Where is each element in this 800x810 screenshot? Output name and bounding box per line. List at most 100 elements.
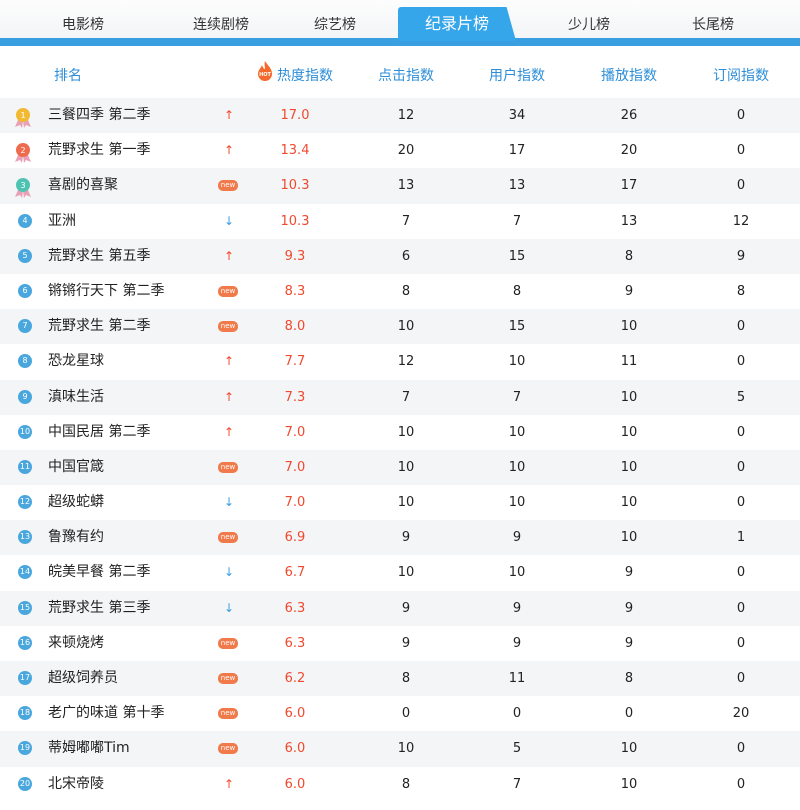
show-title-link[interactable]: 鲁豫有约 bbox=[48, 520, 104, 555]
show-title-link[interactable]: 老广的味道 第十季 bbox=[48, 696, 164, 731]
tab-kids[interactable]: 少儿榜 bbox=[518, 12, 660, 38]
show-title-link[interactable]: 亚洲 bbox=[48, 204, 76, 239]
click-index: 9 bbox=[401, 530, 411, 546]
rank-badge: 4 bbox=[18, 213, 32, 228]
subscribe-index: 0 bbox=[736, 635, 746, 651]
play-index: 26 bbox=[620, 108, 638, 123]
show-title-link[interactable]: 荒野求生 第二季 bbox=[48, 309, 150, 344]
user-index: 11 bbox=[508, 671, 526, 686]
click-index: 10 bbox=[397, 319, 415, 335]
click-index: 10 bbox=[397, 495, 415, 511]
tab-movies[interactable]: 电影榜 bbox=[12, 12, 154, 38]
rank-number: 2 bbox=[20, 146, 25, 155]
show-title-link[interactable]: 荒野求生 第一季 bbox=[48, 133, 150, 168]
table-row[interactable]: 18 老广的味道 第十季 new 6.0 0 0 0 20 bbox=[0, 696, 800, 731]
show-title-link[interactable]: 荒野求生 第五季 bbox=[48, 239, 150, 274]
trend-down-icon: ↓ bbox=[223, 600, 235, 615]
table-row[interactable]: 16 来顿烧烤 new 6.3 9 9 9 0 bbox=[0, 626, 800, 661]
show-title-link[interactable]: 北宋帝陵 bbox=[48, 767, 104, 802]
table-row[interactable]: 13 鲁豫有约 new 6.9 9 9 10 1 bbox=[0, 520, 800, 556]
trend-up-icon: ↑ bbox=[223, 389, 235, 404]
trend-down-icon: ↓ bbox=[223, 565, 235, 580]
play-index: 8 bbox=[624, 671, 634, 686]
show-title-link[interactable]: 恐龙星球 bbox=[48, 344, 104, 379]
show-title-link[interactable]: 皖美早餐 第二季 bbox=[48, 555, 150, 590]
table-row[interactable]: 8 恐龙星球 ↑ 7.7 12 10 11 0 bbox=[0, 344, 800, 379]
subscribe-index: 0 bbox=[736, 354, 746, 370]
show-title-link[interactable]: 蒂姆嘟嘟Tim bbox=[48, 731, 130, 766]
table-row[interactable]: 3 喜剧的喜聚 new 10.3 13 13 17 0 bbox=[0, 168, 800, 204]
subscribe-index: 9 bbox=[736, 248, 746, 264]
play-index: 9 bbox=[624, 635, 634, 651]
heat-index: 8.0 bbox=[284, 319, 306, 335]
table-row[interactable]: 1 三餐四季 第二季 ↑ 17.0 12 34 26 0 bbox=[0, 98, 800, 134]
header-subscribe: 订阅指数 bbox=[713, 68, 769, 84]
show-title-link[interactable]: 超级蛇蟒 bbox=[48, 485, 104, 520]
heat-index: 6.7 bbox=[284, 565, 306, 581]
table-row[interactable]: 4 亚洲 ↓ 10.3 7 7 13 12 bbox=[0, 204, 800, 239]
click-index: 12 bbox=[397, 108, 415, 123]
play-index: 10 bbox=[620, 530, 638, 546]
table-row[interactable]: 15 荒野求生 第三季 ↓ 6.3 9 9 9 0 bbox=[0, 590, 800, 626]
table-row[interactable]: 2 荒野求生 第一季 ↑ 13.4 20 17 20 0 bbox=[0, 133, 800, 168]
rank-badge: 17 bbox=[18, 671, 32, 685]
header-heat: 热度指数 bbox=[277, 68, 333, 84]
header-user: 用户指数 bbox=[489, 68, 545, 84]
click-index: 13 bbox=[397, 178, 415, 194]
play-index: 8 bbox=[624, 248, 634, 264]
subscribe-index: 0 bbox=[736, 600, 746, 616]
tab-variety[interactable]: 综艺榜 bbox=[264, 12, 406, 38]
user-index: 34 bbox=[508, 108, 526, 123]
table-row[interactable]: 11 中国官箴 new 7.0 10 10 10 0 bbox=[0, 449, 800, 486]
table-row[interactable]: 5 荒野求生 第五季 ↑ 9.3 6 15 8 9 bbox=[0, 238, 800, 274]
trend-up-icon: ↑ bbox=[223, 424, 235, 439]
rank-badge: 6 bbox=[18, 283, 32, 298]
show-title-link[interactable]: 超级饲养员 bbox=[48, 661, 118, 696]
table-row[interactable]: 20 北宋帝陵 ↑ 6.0 8 7 10 0 bbox=[0, 767, 800, 802]
new-tag: new bbox=[218, 743, 238, 755]
table-row[interactable]: 19 蒂姆嘟嘟Tim new 6.0 10 5 10 0 bbox=[0, 731, 800, 767]
table-row[interactable]: 9 滇味生活 ↑ 7.3 7 7 10 5 bbox=[0, 379, 800, 415]
show-title-link[interactable]: 来顿烧烤 bbox=[48, 626, 104, 661]
table-row[interactable]: 6 锵锵行天下 第二季 new 8.3 8 8 9 8 bbox=[0, 274, 800, 309]
user-index: 10 bbox=[508, 565, 526, 581]
subscribe-index: 0 bbox=[736, 319, 746, 335]
show-title-link[interactable]: 中国民居 第二季 bbox=[48, 415, 150, 450]
click-index: 8 bbox=[401, 776, 411, 792]
show-title-link[interactable]: 荒野求生 第三季 bbox=[48, 591, 150, 626]
user-index: 0 bbox=[512, 706, 522, 722]
user-index: 10 bbox=[508, 354, 526, 370]
table-row[interactable]: 10 中国民居 第二季 ↑ 7.0 10 10 10 0 bbox=[0, 415, 800, 450]
show-title-link[interactable]: 喜剧的喜聚 bbox=[48, 168, 118, 203]
click-index: 0 bbox=[401, 706, 411, 722]
rank-badge: 11 bbox=[18, 459, 32, 474]
heat-index: 7.3 bbox=[284, 389, 306, 405]
click-index: 7 bbox=[401, 213, 411, 229]
table-row[interactable]: 12 超级蛇蟒 ↓ 7.0 10 10 10 0 bbox=[0, 485, 800, 520]
click-index: 12 bbox=[397, 354, 415, 370]
show-title-link[interactable]: 中国官箴 bbox=[48, 450, 104, 485]
play-index: 20 bbox=[620, 143, 638, 159]
user-index: 10 bbox=[508, 459, 526, 475]
heat-index: 6.3 bbox=[284, 635, 306, 651]
tab-long-tail[interactable]: 长尾榜 bbox=[642, 12, 784, 38]
subscribe-index: 8 bbox=[736, 283, 746, 299]
show-title-link[interactable]: 锵锵行天下 第二季 bbox=[48, 274, 164, 309]
show-title-link[interactable]: 三餐四季 第二季 bbox=[48, 98, 150, 133]
trend-up-icon: ↑ bbox=[223, 354, 235, 369]
table-row[interactable]: 14 皖美早餐 第二季 ↓ 6.7 10 10 9 0 bbox=[0, 555, 800, 590]
rank-badge: 13 bbox=[18, 530, 32, 545]
heat-index: 13.4 bbox=[280, 143, 310, 159]
new-tag: new bbox=[218, 637, 238, 649]
show-title-link[interactable]: 滇味生活 bbox=[48, 380, 104, 415]
heat-index: 9.3 bbox=[284, 248, 306, 264]
tab-documentary[interactable]: 纪录片榜 bbox=[398, 7, 516, 41]
table-row[interactable]: 7 荒野求生 第二季 new 8.0 10 15 10 0 bbox=[0, 309, 800, 345]
play-index: 11 bbox=[620, 354, 638, 370]
click-index: 10 bbox=[397, 565, 415, 581]
heat-index: 7.0 bbox=[284, 424, 306, 440]
rank-badge: 15 bbox=[18, 600, 32, 615]
new-tag: new bbox=[218, 708, 238, 720]
trend-down-icon: ↓ bbox=[223, 213, 235, 228]
table-row[interactable]: 17 超级饲养员 new 6.2 8 11 8 0 bbox=[0, 661, 800, 697]
